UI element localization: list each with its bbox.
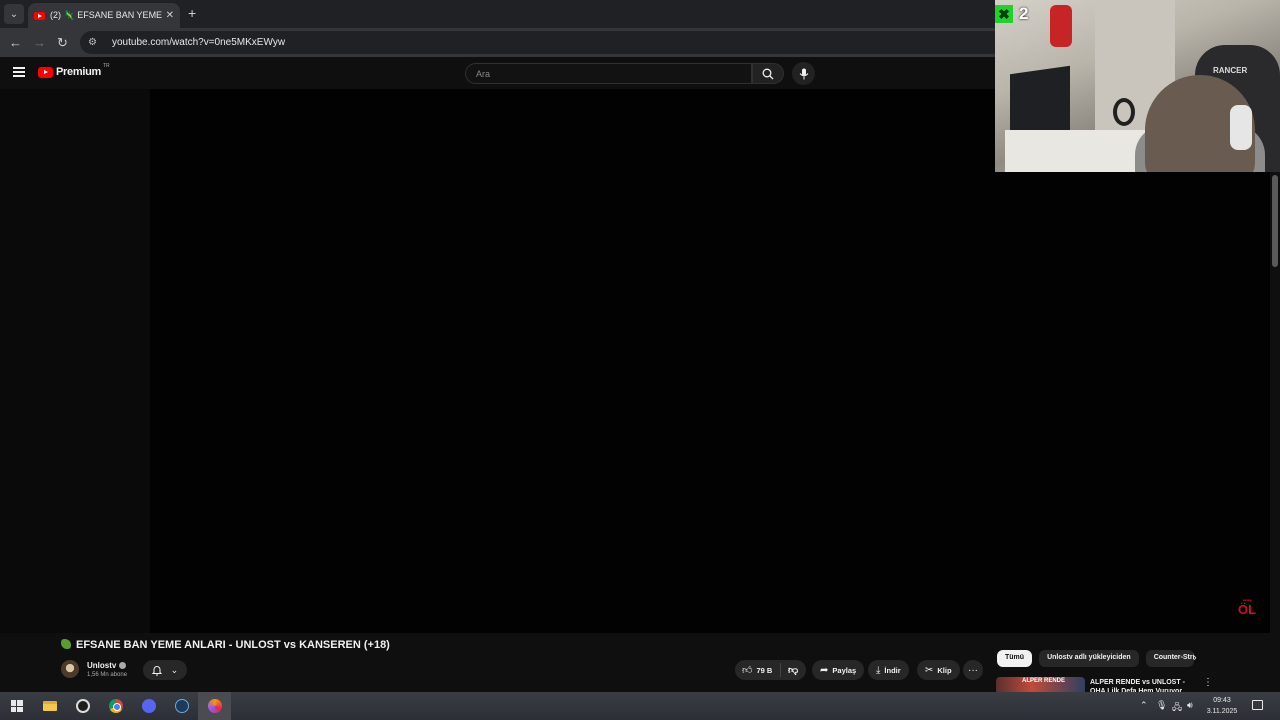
microphone-icon [799, 68, 808, 79]
badge-number: 2 [1019, 4, 1029, 23]
webcam-steering-wheel [1113, 98, 1135, 126]
tab-list-button[interactable]: ⌄ [4, 4, 24, 24]
scissors-icon: ✂ [925, 664, 934, 676]
thumbs-up-icon: 👍︎ [742, 665, 753, 676]
tab-close-icon[interactable]: ✕ [166, 10, 174, 21]
clock-date: 3.11.2025 [1206, 708, 1238, 715]
url-text: youtube.com/watch?v=0ne5MKxEWyw [112, 37, 286, 48]
scrollbar-thumb[interactable] [1272, 175, 1278, 267]
country-code: TR [102, 63, 110, 69]
site-settings-icon[interactable]: ⚙ [88, 37, 100, 48]
like-button[interactable]: 👍︎ 79 B [735, 663, 781, 677]
taskbar-chrome[interactable] [99, 692, 132, 720]
chip-counter-strike[interactable]: Counter-Strike [1145, 650, 1194, 667]
green-x-icon: ✖ [995, 5, 1013, 23]
youtube-play-icon [38, 66, 53, 78]
channel-avatar[interactable] [61, 660, 79, 678]
taskbar-osu[interactable] [66, 692, 99, 720]
menu-icon[interactable] [13, 67, 25, 77]
webcam-headset [1230, 105, 1252, 150]
tray-microphone-icon[interactable]: 🎙︎ [1156, 700, 1167, 711]
share-icon: ➦ [820, 664, 829, 676]
reload-button[interactable]: ↻ [57, 35, 68, 51]
windows-icon [10, 700, 23, 712]
video-watermark-logo: ••••• ÖL [1237, 598, 1257, 617]
clock-time: 09:43 [1213, 697, 1231, 704]
tab-title: (2) 🦎 EFSANE BAN YEME ANLARI - UNLOST vs… [50, 10, 162, 20]
recommendation-title[interactable]: ALPER RENDE vs UNLOST - OHA Lilk Defa He… [1090, 678, 1190, 692]
webcam-desk [1005, 130, 1145, 172]
browser-tab[interactable]: (2) 🦎 EFSANE BAN YEME ANLARI - UNLOST vs… [28, 3, 180, 28]
taskbar-discord[interactable] [132, 692, 165, 720]
subscriber-count: 1,56 Mn abone [87, 672, 128, 678]
channel-name[interactable]: Unlostv [87, 661, 127, 670]
video-title: EFSANE BAN YEME ANLARI - UNLOST vs KANSE… [61, 639, 390, 651]
page-scrollbar[interactable] [1270, 172, 1280, 692]
start-button[interactable] [0, 692, 33, 720]
chevron-down-icon: ⌄ [170, 664, 179, 675]
webcam-overlay: RANCER ✖ 2 [995, 0, 1280, 172]
youtube-favicon-icon [34, 11, 45, 20]
recommendation-thumbnail[interactable]: ALPER RENDE [996, 677, 1085, 692]
recommendation-chips: Tümü Unlostv adlı yükleyiciden Counter-S… [997, 650, 1201, 668]
subscription-bell-button[interactable]: ⌄ [143, 660, 187, 680]
chevron-right-icon[interactable]: › [1193, 652, 1197, 664]
dislike-button[interactable]: 👎︎ [781, 664, 798, 676]
taskbar-clock[interactable]: 09:43 3.11.2025 [1200, 695, 1244, 717]
notification-center-icon[interactable] [1252, 700, 1263, 710]
taskbar-file-explorer[interactable] [33, 692, 66, 720]
chrome-icon [108, 699, 123, 713]
steam-icon [174, 699, 189, 713]
webcam-backpack [1050, 5, 1072, 47]
search-icon [762, 68, 774, 79]
share-button[interactable]: ➦ Paylaş [812, 660, 865, 680]
download-icon: ⤓ [876, 664, 881, 676]
search-input[interactable]: Ara [465, 63, 752, 84]
youtube-logo[interactable]: Premium TR [38, 63, 110, 78]
like-dislike-group: 👍︎ 79 B 👎︎ [735, 660, 806, 680]
discord-icon [141, 699, 156, 713]
webcam-badge: ✖ 2 [995, 4, 1028, 24]
forward-button[interactable]: → [33, 35, 46, 50]
taskbar-firefox[interactable] [198, 692, 231, 720]
windows-taskbar [0, 692, 1280, 720]
thumbs-down-icon: 👎︎ [788, 665, 799, 676]
folder-icon [42, 701, 57, 711]
osu-icon [75, 699, 90, 713]
more-actions-button[interactable]: ··· [963, 660, 983, 680]
video-left-area [0, 89, 150, 633]
taskbar-steam[interactable] [165, 692, 198, 720]
download-button[interactable]: ⤓ İndir [868, 660, 909, 680]
chip-uploader[interactable]: Unlostv adlı yükleyiciden [1039, 650, 1139, 667]
new-tab-button[interactable]: + [188, 5, 196, 21]
chip-all[interactable]: Tümü [997, 650, 1033, 667]
verified-icon [119, 662, 127, 669]
brand-text: Premium [56, 66, 101, 78]
tray-volume-icon[interactable]: 🔊︎ [1187, 700, 1193, 711]
tray-overflow-icon[interactable]: ⌃ [1140, 700, 1148, 711]
firefox-icon [207, 699, 222, 713]
clip-button[interactable]: ✂ Klip [917, 660, 960, 680]
lizard-icon [61, 639, 71, 649]
bell-icon [151, 665, 162, 675]
chair-brand-text: RANCER [1213, 66, 1248, 75]
back-button[interactable]: ← [9, 35, 22, 50]
recommendation-menu-icon[interactable]: ⋮ [1203, 677, 1213, 688]
voice-search-button[interactable] [792, 62, 815, 85]
search-button[interactable] [752, 63, 784, 84]
tray-network-icon[interactable]: 🖧 [1172, 700, 1182, 716]
